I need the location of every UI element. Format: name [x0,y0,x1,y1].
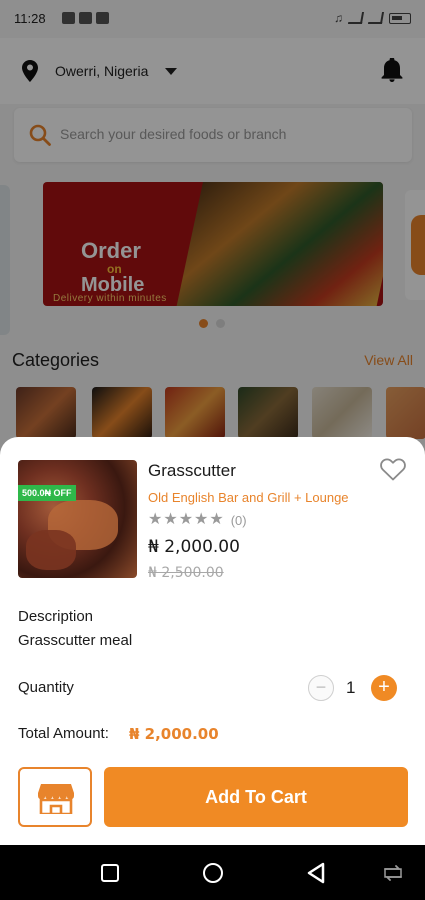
star-icon: ★ [163,511,178,528]
add-to-cart-button[interactable]: Add To Cart [104,767,408,827]
rating-stars: ★ ★ ★ ★ ★ (0) [148,512,247,528]
rotate-icon[interactable] [383,865,403,881]
description-text: Grasscutter meal [18,632,133,649]
home-icon[interactable] [203,863,223,883]
storefront-icon [38,784,74,814]
total-amount-label: Total Amount: [18,725,109,742]
total-amount-value: ₦ 2,000.00 [129,725,219,743]
product-bottom-sheet: 500.0₦ OFF Grasscutter Old English Bar a… [0,437,425,845]
quantity-label: Quantity [18,679,74,696]
product-name: Grasscutter [148,461,236,480]
quantity-decrease-button[interactable]: − [308,675,334,701]
product-old-price: ₦ 2,500.00 [148,565,224,581]
heart-outline-icon[interactable] [380,457,406,481]
vendor-name[interactable]: Old English Bar and Grill + Lounge [148,490,349,505]
recent-apps-icon[interactable] [101,864,119,882]
back-icon[interactable] [306,862,326,884]
rating-count: (0) [230,512,247,528]
visit-store-button[interactable] [18,767,92,827]
description-label: Description [18,608,94,625]
system-navigation-bar [0,845,425,900]
product-image: 500.0₦ OFF [18,460,137,578]
product-price: ₦ 2,000.00 [148,537,240,557]
star-icon: ★ [148,511,163,528]
star-icon: ★ [178,511,194,528]
quantity-increase-button[interactable]: + [371,675,397,701]
star-icon: ★ [194,511,209,528]
discount-badge: 500.0₦ OFF [18,485,76,501]
quantity-value: 1 [346,678,356,697]
star-icon: ★ [209,511,224,528]
